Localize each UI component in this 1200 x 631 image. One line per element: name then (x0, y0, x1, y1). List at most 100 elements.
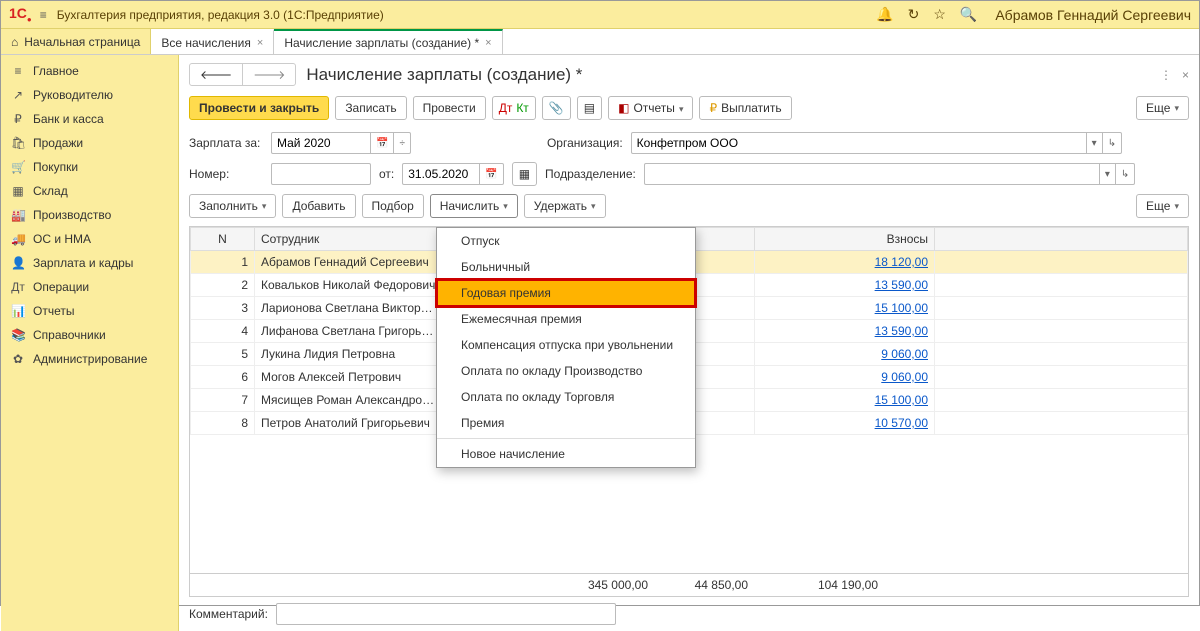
period-original-icon[interactable]: ▦ (512, 162, 537, 186)
forward-button[interactable]: 🡒 (243, 64, 295, 85)
fill-dropdown[interactable]: Заполнить (189, 194, 276, 218)
withhold-dropdown[interactable]: Удержать (524, 194, 606, 218)
accrue-menu-item[interactable]: Ежемесячная премия (437, 306, 695, 332)
contribution-link[interactable]: 9 060,00 (761, 370, 928, 384)
org-label: Организация: (547, 136, 623, 150)
search-icon[interactable]: 🔍 (960, 6, 977, 23)
sidebar-item-10[interactable]: 📊Отчеты (1, 299, 178, 323)
col-n[interactable]: N (191, 228, 255, 251)
accrue-menu-item[interactable]: Больничный (437, 254, 695, 280)
sidebar-item-2[interactable]: ₽Банк и касса (1, 107, 178, 131)
save-button[interactable]: Записать (335, 96, 406, 120)
sidebar-item-9[interactable]: ДтОперации (1, 275, 178, 299)
date-input[interactable] (402, 163, 480, 185)
accrue-menu-item[interactable]: Оплата по окладу Торговля (437, 384, 695, 410)
total-tax: 44 850,00 (654, 574, 754, 596)
accrue-menu-item[interactable]: Премия (437, 410, 695, 436)
calendar-icon[interactable]: 📅 (480, 163, 503, 185)
cell-n: 5 (191, 343, 255, 366)
tab-salary-accrual[interactable]: Начисление зарплаты (создание) * × (274, 29, 502, 54)
close-icon[interactable]: × (257, 37, 263, 49)
sidebar-icon: ₽ (11, 112, 25, 126)
close-page-icon[interactable]: × (1182, 68, 1189, 82)
contribution-link[interactable]: 13 590,00 (761, 278, 928, 292)
sidebar-item-5[interactable]: ▦ Склад (1, 179, 178, 203)
accrue-menu-item[interactable]: Отпуск (437, 228, 695, 254)
number-input[interactable] (271, 163, 371, 185)
dk-icon-button[interactable]: ДтКт (492, 96, 536, 120)
sidebar-item-8[interactable]: 👤Зарплата и кадры (1, 251, 178, 275)
star-icon[interactable]: ☆ (933, 6, 946, 23)
sidebar-item-1[interactable]: ↗Руководителю (1, 83, 178, 107)
calendar-icon[interactable]: 📅 (371, 132, 394, 154)
add-button[interactable]: Добавить (282, 194, 355, 218)
sidebar-icon: ≡ (11, 64, 25, 78)
close-icon[interactable]: × (485, 37, 491, 49)
sidebar-item-11[interactable]: 📚 Справочники (1, 323, 178, 347)
sidebar-item-label: Справочники (33, 328, 106, 342)
current-user[interactable]: Абрамов Геннадий Сергеевич (995, 7, 1191, 23)
reports-dropdown[interactable]: ◧ Отчеты (608, 96, 693, 120)
sidebar-item-label: Операции (33, 280, 89, 294)
cell-n: 3 (191, 297, 255, 320)
menu-icon[interactable]: ≡ (40, 8, 47, 22)
accrue-menu-item[interactable]: Оплата по окладу Производство (437, 358, 695, 384)
home-tab[interactable]: ⌂ Начальная страница (1, 29, 151, 54)
main-sidebar: ≡Главное↗Руководителю₽Банк и касса🛍Прода… (1, 55, 179, 631)
dropdown-arrow-icon[interactable]: ▾ (1087, 132, 1103, 154)
bell-icon[interactable]: 🔔 (876, 6, 893, 23)
pick-button[interactable]: Подбор (362, 194, 424, 218)
contribution-link[interactable]: 18 120,00 (761, 255, 928, 269)
sidebar-icon: ▦ (11, 184, 25, 198)
more-button[interactable]: Еще (1136, 96, 1189, 120)
post-button[interactable]: Провести (413, 96, 486, 120)
sidebar-item-3[interactable]: 🛍Продажи (1, 131, 178, 155)
payout-button[interactable]: ₽ Выплатить (699, 96, 791, 120)
employees-grid: N Сотрудник Дн. Взносы 1Абрамов Геннадий… (189, 226, 1189, 597)
main-content: 🡐 🡒 Начисление зарплаты (создание) * ⋮ ×… (179, 55, 1199, 631)
history-icon[interactable]: ↻ (908, 6, 920, 23)
open-ref-icon[interactable]: ↳ (1103, 132, 1122, 154)
sidebar-icon: 🛍 (11, 136, 25, 150)
organization-input[interactable] (631, 132, 1087, 154)
tab-all-accruals[interactable]: Все начисления × (151, 29, 274, 54)
accrue-menu-item[interactable]: Новое начисление (437, 441, 695, 467)
sidebar-item-label: Склад (33, 184, 68, 198)
sidebar-item-4[interactable]: 🛒Покупки (1, 155, 178, 179)
dropdown-arrow-icon[interactable]: ▾ (1100, 163, 1116, 185)
home-tab-label: Начальная страница (24, 35, 140, 49)
stepper-icon[interactable]: ÷ (394, 132, 411, 154)
accrue-dropdown-menu: ОтпускБольничныйГодовая премияЕжемесячна… (436, 227, 696, 468)
col-contrib[interactable]: Взносы (755, 228, 935, 251)
accrue-menu-item[interactable]: Компенсация отпуска при увольнении (437, 332, 695, 358)
sidebar-item-12[interactable]: ✿Администрирование (1, 347, 178, 371)
more-grid-button[interactable]: Еще (1136, 194, 1189, 218)
dept-label: Подразделение: (545, 167, 636, 181)
sidebar-item-label: Покупки (33, 160, 78, 174)
salary-period-input[interactable] (271, 132, 371, 154)
kebab-icon[interactable]: ⋮ (1160, 68, 1172, 82)
total-contrib: 104 190,00 (754, 574, 884, 596)
back-button[interactable]: 🡐 (190, 64, 243, 85)
comment-input[interactable] (276, 603, 616, 625)
contribution-link[interactable]: 13 590,00 (761, 324, 928, 338)
contribution-link[interactable]: 9 060,00 (761, 347, 928, 361)
page-title: Начисление зарплаты (создание) * (306, 65, 582, 85)
sidebar-item-7[interactable]: 🚚ОС и НМА (1, 227, 178, 251)
accrue-menu-item[interactable]: Годовая премия (437, 280, 695, 306)
sidebar-item-label: Руководителю (33, 88, 113, 102)
contribution-link[interactable]: 10 570,00 (761, 416, 928, 430)
structure-icon[interactable]: ▤ (577, 96, 602, 120)
comment-label: Комментарий: (189, 607, 268, 621)
sidebar-item-0[interactable]: ≡Главное (1, 59, 178, 83)
sidebar-icon: 📚 (11, 328, 25, 342)
contribution-link[interactable]: 15 100,00 (761, 393, 928, 407)
contribution-link[interactable]: 15 100,00 (761, 301, 928, 315)
post-and-close-button[interactable]: Провести и закрыть (189, 96, 329, 120)
sidebar-item-6[interactable]: 🏭Производство (1, 203, 178, 227)
open-ref-icon[interactable]: ↳ (1116, 163, 1135, 185)
attach-icon[interactable]: 📎 (542, 96, 571, 120)
department-input[interactable] (644, 163, 1100, 185)
accrue-dropdown[interactable]: Начислить (430, 194, 518, 218)
tab-label: Начисление зарплаты (создание) * (284, 36, 479, 50)
